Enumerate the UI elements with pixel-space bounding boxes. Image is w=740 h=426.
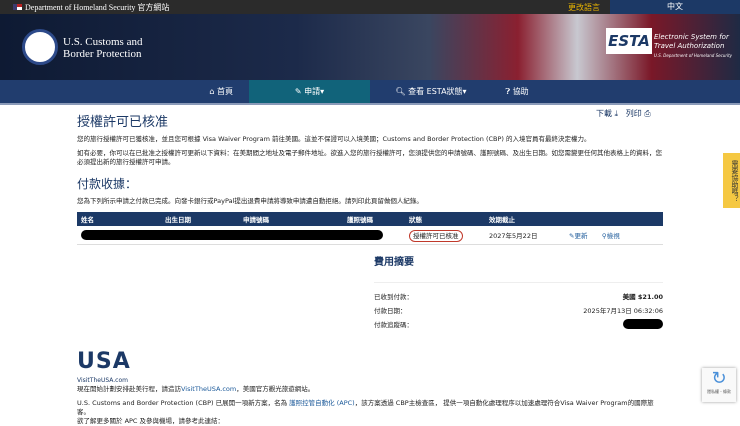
col-name: 姓名: [77, 212, 161, 226]
fee-title: 費用摘要: [374, 253, 663, 283]
feedback-tab[interactable]: 需要協助嗎？: [723, 153, 740, 208]
nav-home-label: 首頁: [217, 87, 233, 96]
update-info-text: 如有必要，你可以在已批准之授權許可更新以下資料：在美期間之地址及電子郵件地址。欲…: [77, 149, 662, 166]
recaptcha-icon: ↻: [711, 368, 727, 389]
print-icon: ⎙: [644, 109, 651, 118]
payment-date: 2025年7月13日 06:32:06: [583, 306, 663, 315]
view-label: 檢視: [606, 231, 620, 240]
nav-check-status[interactable]: 🔍︎ 查看 ESTA狀態 ▾: [370, 80, 492, 103]
search-icon: 🔍︎: [395, 87, 409, 96]
col-application: 申請號碼: [239, 212, 343, 226]
esta-tagline: Electronic System for Travel Authorizatio…: [654, 33, 732, 60]
recaptcha-terms[interactable]: 隱私權 - 條款: [707, 389, 731, 394]
us-flag-icon: [13, 4, 22, 10]
download-label: 下載: [596, 109, 612, 118]
esta-line3: U.S. Department of Homeland Security: [654, 53, 733, 58]
col-expiry: 效期截止: [485, 212, 565, 226]
receipt-text: 您為下列所示申請之付款已完成。向發卡銀行或PayPal提出退費申請將導致申請遭自…: [77, 197, 423, 205]
fee-summary: 費用摘要 已收到付款： 美國 $21.00 付款日期： 2025年7月13日 06:…: [374, 253, 663, 331]
visit-pre: 現在開始計劃安排赴美行程，請造訪: [77, 384, 181, 393]
main-nav: ⌂ 首頁 ✎ 申請 ▾ 🔍︎ 查看 ESTA狀態 ▾ ❓︎ 協助: [0, 80, 740, 105]
cbp-logo[interactable]: U.S. Customs and Border Protection: [63, 36, 142, 60]
change-language-link[interactable]: 更改語言: [568, 2, 600, 13]
page-tools: 下載 ⤓ 列印 ⎙: [596, 108, 651, 119]
esta-line2: Travel Authorization: [654, 42, 725, 50]
update-link[interactable]: ✎更新: [569, 232, 587, 240]
apc-link[interactable]: 護照控管自動化 (APC): [289, 399, 355, 407]
download-link[interactable]: 下載 ⤓: [596, 109, 618, 118]
status-cell: 授權許可已核准: [405, 226, 485, 245]
col-status: 狀態: [405, 212, 485, 226]
actions-cell: ✎更新 ⚲檢視: [565, 226, 663, 245]
page-title: 授權許可已核准: [77, 115, 169, 130]
visit-post: ，美國官方觀光旅遊網站。: [236, 384, 315, 393]
received-amount: 美國 $21.00: [622, 292, 663, 301]
home-icon: ⌂: [209, 87, 217, 96]
expiry-cell: 2027年5月22日: [485, 226, 565, 245]
apc-pre: U.S. Customs and Border Protection (CBP)…: [77, 398, 290, 407]
apc-more: 欲了解更多關於 APC 及參與機場，請參考此連結：: [77, 416, 225, 425]
pencil-icon: ✎: [294, 87, 305, 96]
language-selector[interactable]: 中文: [610, 0, 740, 14]
col-dob: 出生日期: [161, 212, 239, 226]
visit-link[interactable]: VisitTheUSA.com: [181, 385, 236, 393]
nav-help[interactable]: ❓︎ 協助: [492, 80, 542, 103]
top-bar: Department of Homeland Security 官方網站 更改語…: [0, 0, 740, 14]
apc-text: U.S. Customs and Border Protection (CBP)…: [77, 399, 663, 426]
recaptcha-badge[interactable]: ↻ 隱私權 - 條款: [702, 368, 736, 402]
visit-caption: VisitTheUSA.com: [77, 376, 128, 384]
nav-home[interactable]: ⌂ 首頁: [0, 80, 249, 103]
view-link[interactable]: ⚲檢視: [602, 232, 620, 240]
approval-text: 您的旅行授權許可已獲核准，並且您可根據 Visa Waiver Program …: [77, 135, 591, 143]
status-badge: 授權許可已核准: [409, 229, 463, 242]
cbp-line1: U.S. Customs and: [63, 36, 143, 48]
col-actions: [565, 212, 663, 226]
table-row: 授權許可已核准 2027年5月22日 ✎更新 ⚲檢視: [77, 226, 663, 245]
tracking-redaction: [623, 318, 663, 329]
col-passport: 護照號碼: [343, 212, 405, 226]
receipt-title: 付款收據：: [77, 177, 138, 191]
date-label: 付款日期：: [374, 306, 407, 315]
agency-label: Department of Homeland Security 官方網站: [25, 2, 170, 12]
redaction: [81, 229, 383, 240]
visittheusa-logo[interactable]: USA: [77, 348, 137, 377]
dhs-seal-icon: [22, 29, 58, 65]
applications-table: 姓名 出生日期 申請號碼 護照號碼 狀態 效期截止 授權許可已核准 2027年5…: [77, 212, 663, 245]
update-label: 更新: [574, 231, 588, 240]
received-label: 已收到付款：: [374, 292, 413, 301]
print-label: 列印: [625, 109, 642, 118]
download-icon: ⤓: [614, 109, 619, 118]
esta-logo[interactable]: ESTA: [606, 28, 652, 54]
redacted-cells: [77, 226, 405, 245]
cbp-line2: Border Protection: [63, 48, 142, 60]
tracking-label: 付款追蹤碼：: [374, 320, 413, 329]
esta-line1: Electronic System for: [654, 33, 729, 41]
help-icon: ❓︎: [505, 86, 513, 96]
nav-apply[interactable]: ✎ 申請 ▾: [249, 80, 370, 103]
header-banner: U.S. Customs and Border Protection ESTA E…: [0, 14, 740, 80]
print-link[interactable]: 列印 ⎙: [626, 109, 651, 118]
nav-check-label: 查看 ESTA狀態: [408, 87, 463, 96]
nav-help-label: 協助: [512, 87, 529, 96]
nav-apply-label: 申請: [304, 87, 321, 96]
visit-text: 現在開始計劃安排赴美行程，請造訪VisitTheUSA.com，美國官方觀光旅遊…: [77, 385, 663, 394]
